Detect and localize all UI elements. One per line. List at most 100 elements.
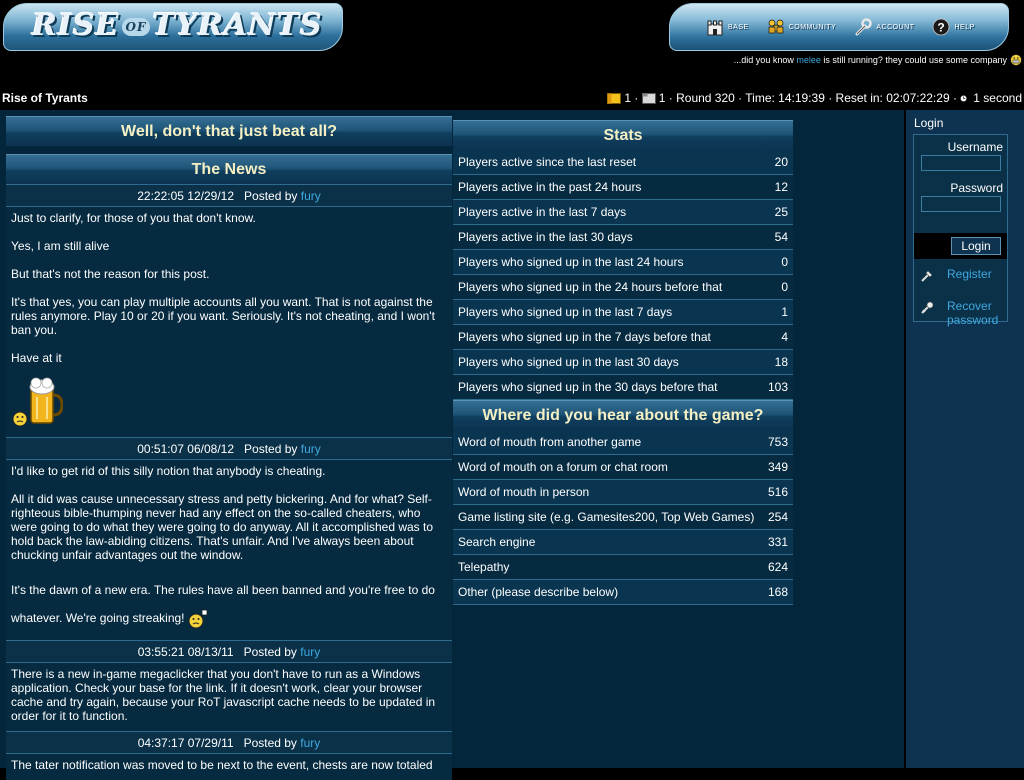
did-you-know-suffix: is still running? they could use some co… [823,55,1007,65]
hear-value: 331 [767,535,788,549]
post-author-link[interactable]: fury [300,736,320,750]
nav-base[interactable]: Base [706,18,749,36]
top-nav: Base Community Account ? Help [669,3,1009,51]
stat-value: 1 [781,305,788,319]
nav-community[interactable]: Community [767,18,837,36]
stats-title: Stats [453,120,793,150]
round-time-reset: 1 · Round 320 · Time: 14:19:39 · Reset i… [658,91,957,105]
news-post-header: 22:22:05 12/29/12 Posted by fury [6,184,452,207]
round-status: 1 · 1 · Round 320 · Time: 14:19:39 · Res… [607,91,1022,105]
nav-help-label: Help [954,23,975,31]
mail-icon[interactable] [641,92,656,104]
post-paragraph-text: It's the dawn of a new era. The rules ha… [11,583,435,625]
stat-label: Players who signed up in the last 30 day… [458,355,679,369]
nav-help[interactable]: ? Help [932,18,974,36]
post-paragraph: I'd like to get rid of this silly notion… [11,464,326,478]
news-post-header: 04:37:17 07/29/11 Posted by fury [6,731,452,754]
hear-value: 516 [767,485,788,499]
stat-row: Players who signed up in the 30 days bef… [453,375,793,400]
stat-label: Players who signed up in the 24 hours be… [458,280,723,294]
stat-row: Players who signed up in the last 7 days… [453,300,793,325]
hear-value: 349 [767,460,788,474]
password-field[interactable] [921,196,1001,212]
hear-row: Word of mouth in person 516 [453,480,793,505]
hear-value: 254 [767,510,788,524]
refresh-interval: 1 second [973,91,1022,105]
hear-label: Word of mouth from another game [458,435,642,449]
posted-by-label: Posted by [244,441,298,456]
site-logo[interactable]: RISE OF TYRANTS [3,3,343,51]
post-paragraph: All it did was cause unnecessary stress … [11,492,434,562]
main-content: Well, don't that just beat all? The News… [0,110,904,780]
post-paragraph: The tater notification was moved to be n… [11,758,433,772]
login-button[interactable]: Login [951,237,1001,255]
post-timestamp: 04:37:17 07/29/11 [137,735,234,750]
posted-by-label: Posted by [243,644,297,659]
login-form: Username Password Login Register Recover… [913,134,1008,327]
hear-label: Telepathy [458,560,510,574]
hear-row: Game listing site (e.g. Gamesites200, To… [453,505,793,530]
hear-row: Other (please describe below) 168 [453,580,793,605]
username-field[interactable] [921,155,1001,171]
did-you-know-prefix: ...did you know [733,55,794,65]
username-label: Username [947,140,1003,154]
site-title: Rise of Tyrants [2,91,88,105]
messages-icon[interactable] [607,92,622,104]
nav-community-label: Community [788,23,837,31]
stat-label: Players who signed up in the last 7 days [458,305,673,319]
castle-icon [707,20,723,36]
hear-value: 624 [767,560,788,574]
post-paragraph: Have at it [11,351,62,365]
stat-label: Players active since the last reset [458,155,637,169]
post-paragraph-with-smiley: It's the dawn of a new era. The rules ha… [11,576,447,632]
password-label: Password [950,181,1003,195]
post-author-link[interactable]: fury [300,645,320,659]
stat-value: 0 [781,255,788,269]
post-paragraph: Just to clarify, for those of you that d… [11,211,256,225]
did-you-know-link[interactable]: melee [796,55,821,65]
nav-account[interactable]: Account [854,18,914,36]
stat-value: 4 [781,330,788,344]
recover-label: Recover password [947,299,999,327]
posted-by-label: Posted by [243,735,297,750]
recover-password-link[interactable]: Recover password [920,299,1007,327]
stat-row: Players active in the last 30 days 54 [453,225,793,250]
logo-text: RISE OF TYRANTS [32,8,323,43]
message-count: 1 · [624,91,639,105]
stat-label: Players active in the past 24 hours [458,180,642,194]
stat-row: Players who signed up in the last 24 hou… [453,250,793,275]
post-timestamp: 03:55:21 08/13/11 [137,644,234,659]
hear-label: Word of mouth on a forum or chat room [458,460,668,474]
hear-label: Search engine [458,535,536,549]
stat-value: 103 [767,380,788,394]
stat-row: Players who signed up in the 24 hours be… [453,275,793,300]
stat-row: Players who signed up in the 7 days befo… [453,325,793,350]
grin-smiley-icon [1010,54,1022,66]
stat-row: Players active in the past 24 hours 12 [453,175,793,200]
headline-banner: Well, don't that just beat all? [6,116,452,146]
post-paragraph: There is a new in-game megaclicker that … [11,667,436,723]
hear-value: 168 [767,585,788,599]
hear-row: Word of mouth on a forum or chat room 349 [453,455,793,480]
post-author-link[interactable]: fury [301,189,321,203]
stat-value: 12 [774,180,788,194]
help-icon: ? [933,18,950,36]
hear-label: Word of mouth in person [458,485,590,499]
stat-value: 18 [774,355,788,369]
info-bar: Rise of Tyrants 1 · 1 · Round 320 · Time… [0,88,1024,108]
hear-row: Telepathy 624 [453,555,793,580]
did-you-know: ...did you know melee is still running? … [734,54,1022,66]
post-timestamp: 00:51:07 06/08/12 [137,441,235,456]
streaking-smiley-icon [188,609,208,629]
post-paragraph: Yes, I am still alive [11,239,110,253]
post-paragraph: It's that yes, you can play multiple acc… [11,295,435,337]
hear-title: Where did you hear about the game? [453,400,793,430]
post-author-link[interactable]: fury [301,442,321,456]
wrench-icon [855,18,873,36]
stats-column: Stats Players active since the last rese… [453,116,793,605]
register-link[interactable]: Register [920,267,992,283]
post-paragraph: But that's not the reason for this post. [11,267,210,281]
post-timestamp: 22:22:05 12/29/12 [137,188,235,203]
hear-value: 753 [767,435,788,449]
community-icon [768,19,784,34]
